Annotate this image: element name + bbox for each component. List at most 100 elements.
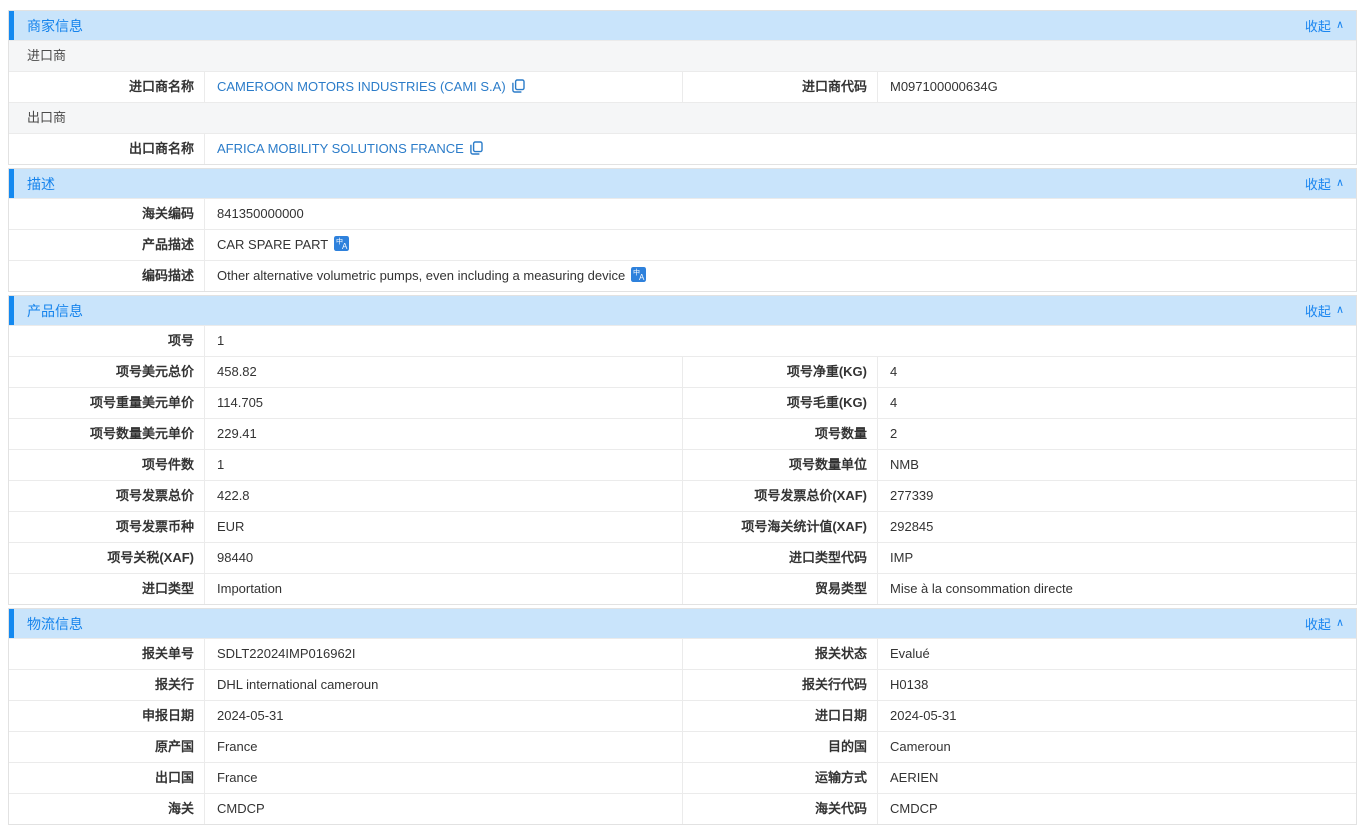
field-label: 项号发票币种 xyxy=(9,512,205,542)
field-label: 出口国 xyxy=(9,763,205,793)
value-text: France xyxy=(217,770,257,785)
collapse-button[interactable]: 收起∧ xyxy=(1305,614,1344,633)
chevron-up-icon: ∧ xyxy=(1336,618,1344,629)
value-text: Other alternative volumetric pumps, even… xyxy=(217,268,625,283)
field-label: 运输方式 xyxy=(683,763,878,793)
field-value: 292845 xyxy=(878,512,1356,542)
field-value: Mise à la consommation directe xyxy=(878,574,1356,604)
field-label: 报关单号 xyxy=(9,639,205,669)
value-text: 841350000000 xyxy=(217,206,304,221)
value-text: 114.705 xyxy=(217,395,263,410)
field-value: 114.705 xyxy=(205,388,683,418)
table-row: 项号数量美元单价229.41项号数量2 xyxy=(9,418,1356,449)
collapse-label: 收起 xyxy=(1305,301,1331,320)
collapse-button[interactable]: 收起∧ xyxy=(1305,174,1344,193)
field-value: 458.82 xyxy=(205,357,683,387)
table-row: 项号发票总价422.8项号发票总价(XAF)277339 xyxy=(9,480,1356,511)
value-text: 277339 xyxy=(890,488,933,503)
table-row: 项号件数1项号数量单位NMB xyxy=(9,449,1356,480)
field-label: 出口商名称 xyxy=(9,134,205,164)
logistics-info-section: 物流信息 收起∧ 报关单号SDLT22024IMP016962I报关状态Evalué… xyxy=(8,608,1357,825)
table-row: 进口类型 Importation 贸易类型 Mise à la consommatio… xyxy=(9,573,1356,604)
field-value: Evalué xyxy=(878,639,1356,669)
section-title: 商家信息 xyxy=(27,16,83,36)
collapse-button[interactable]: 收起 ∧ xyxy=(1305,16,1344,35)
table-row: 海关CMDCP海关代码CMDCP xyxy=(9,793,1356,824)
value-text: Mise à la consommation directe xyxy=(890,581,1073,596)
field-label: 项号发票总价 xyxy=(9,481,205,511)
value-text: 2 xyxy=(890,426,897,441)
value-text: 2024-05-31 xyxy=(217,708,284,723)
value-text: Evalué xyxy=(890,646,930,661)
accent-bar xyxy=(9,609,14,638)
value-text: Cameroun xyxy=(890,739,951,754)
field-label: 项号美元总价 xyxy=(9,357,205,387)
field-value: M097100000634G xyxy=(878,72,1356,102)
value-text: IMP xyxy=(890,550,913,565)
field-label: 项号数量美元单价 xyxy=(9,419,205,449)
field-value: Other alternative volumetric pumps, even… xyxy=(205,261,1356,291)
field-value: DHL international cameroun xyxy=(205,670,683,700)
field-label: 项号件数 xyxy=(9,450,205,480)
field-value: 4 xyxy=(878,388,1356,418)
value-text: Importation xyxy=(217,581,282,596)
field-label: 海关 xyxy=(9,794,205,824)
chevron-up-icon: ∧ xyxy=(1336,20,1344,31)
field-label: 海关编码 xyxy=(9,199,205,229)
company-link[interactable]: CAMEROON MOTORS INDUSTRIES (CAMI S.A) xyxy=(217,79,506,94)
description-section: 描述 收起∧ 海关编码 841350000000 产品描述 CAR SPARE PART 中… xyxy=(8,168,1357,292)
value-text: H0138 xyxy=(890,677,928,692)
section-title: 产品信息 xyxy=(27,301,83,321)
field-label: 进口类型 xyxy=(9,574,205,604)
chevron-up-icon: ∧ xyxy=(1336,178,1344,189)
translate-icon[interactable]: 中A xyxy=(334,236,349,251)
company-link[interactable]: AFRICA MOBILITY SOLUTIONS FRANCE xyxy=(217,141,464,156)
section-header: 描述 收起∧ xyxy=(9,169,1356,198)
value-text: 4 xyxy=(890,395,897,410)
field-value: 2024-05-31 xyxy=(878,701,1356,731)
section-title: 描述 xyxy=(27,174,55,194)
field-label: 海关代码 xyxy=(683,794,878,824)
value-text: 2024-05-31 xyxy=(890,708,957,723)
table-row: 编码描述 Other alternative volumetric pumps, … xyxy=(9,260,1356,291)
table-row: 出口国France运输方式AERIEN xyxy=(9,762,1356,793)
table-row: 报关单号SDLT22024IMP016962I报关状态Evalué xyxy=(9,638,1356,669)
table-row: 海关编码 841350000000 xyxy=(9,198,1356,229)
field-label: 报关行代码 xyxy=(683,670,878,700)
field-value: 841350000000 xyxy=(205,199,1356,229)
field-value: AFRICA MOBILITY SOLUTIONS FRANCE xyxy=(205,134,1356,164)
svg-text:A: A xyxy=(342,242,348,251)
field-label: 原产国 xyxy=(9,732,205,762)
value-text: EUR xyxy=(217,519,244,534)
value-text: 229.41 xyxy=(217,426,257,441)
field-value: Importation xyxy=(205,574,683,604)
field-value: 1 xyxy=(205,450,683,480)
value-text: 1 xyxy=(217,457,224,472)
field-label: 项号发票总价(XAF) xyxy=(683,481,878,511)
collapse-label: 收起 xyxy=(1305,16,1331,35)
field-label: 产品描述 xyxy=(9,230,205,260)
value-text: France xyxy=(217,739,257,754)
table-row: 申报日期2024-05-31进口日期2024-05-31 xyxy=(9,700,1356,731)
collapse-button[interactable]: 收起∧ xyxy=(1305,301,1344,320)
field-label: 项号重量美元单价 xyxy=(9,388,205,418)
field-value: France xyxy=(205,763,683,793)
field-value: 229.41 xyxy=(205,419,683,449)
value-text: CAR SPARE PART xyxy=(217,237,328,252)
value-text: DHL international cameroun xyxy=(217,677,378,692)
field-label: 编码描述 xyxy=(9,261,205,291)
table-row: 产品描述 CAR SPARE PART 中A xyxy=(9,229,1356,260)
section-title: 物流信息 xyxy=(27,614,83,634)
table-row: 项号美元总价458.82项号净重(KG)4 xyxy=(9,356,1356,387)
table-row: 项号重量美元单价114.705项号毛重(KG)4 xyxy=(9,387,1356,418)
section-header: 物流信息 收起∧ xyxy=(9,609,1356,638)
copy-icon[interactable] xyxy=(512,79,525,93)
field-label: 进口商名称 xyxy=(9,72,205,102)
field-value: France xyxy=(205,732,683,762)
field-label: 贸易类型 xyxy=(683,574,878,604)
value-text: M097100000634G xyxy=(890,79,998,94)
field-label: 项号数量单位 xyxy=(683,450,878,480)
translate-icon[interactable]: 中A xyxy=(631,267,646,282)
field-value: 98440 xyxy=(205,543,683,573)
copy-icon[interactable] xyxy=(470,141,483,155)
